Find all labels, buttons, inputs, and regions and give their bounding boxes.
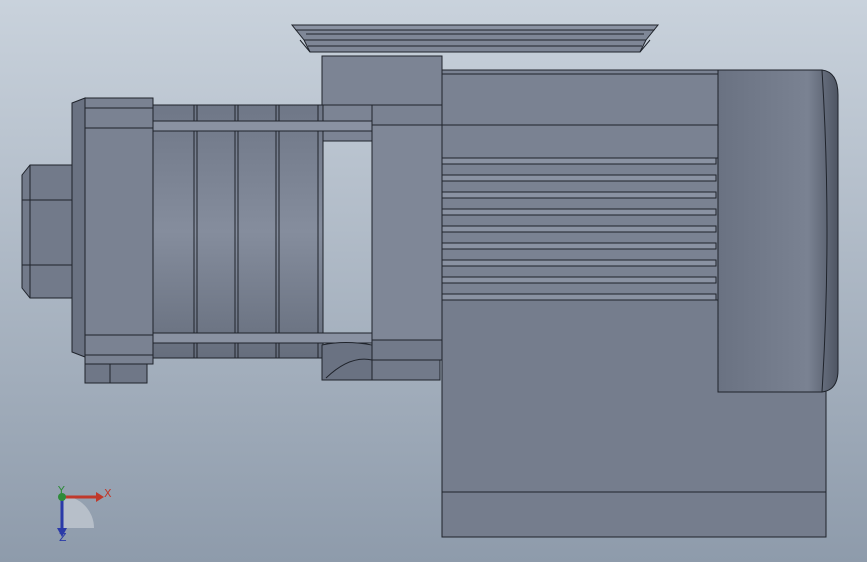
cooling-fins [441, 157, 717, 301]
graphics-viewport[interactable]: X Y Z [0, 0, 867, 562]
suction-flange[interactable] [71, 97, 154, 384]
model-view[interactable]: X Y Z [0, 0, 867, 562]
z-axis-label: Z [59, 531, 67, 544]
motor-end-cap[interactable] [717, 69, 839, 393]
pump-stages[interactable] [152, 104, 324, 359]
inlet-nut[interactable] [21, 164, 73, 299]
motor-housing[interactable] [441, 69, 719, 301]
top-flange[interactable] [290, 24, 660, 53]
x-axis-label: X [104, 487, 112, 500]
y-axis-label: Y [57, 484, 65, 497]
